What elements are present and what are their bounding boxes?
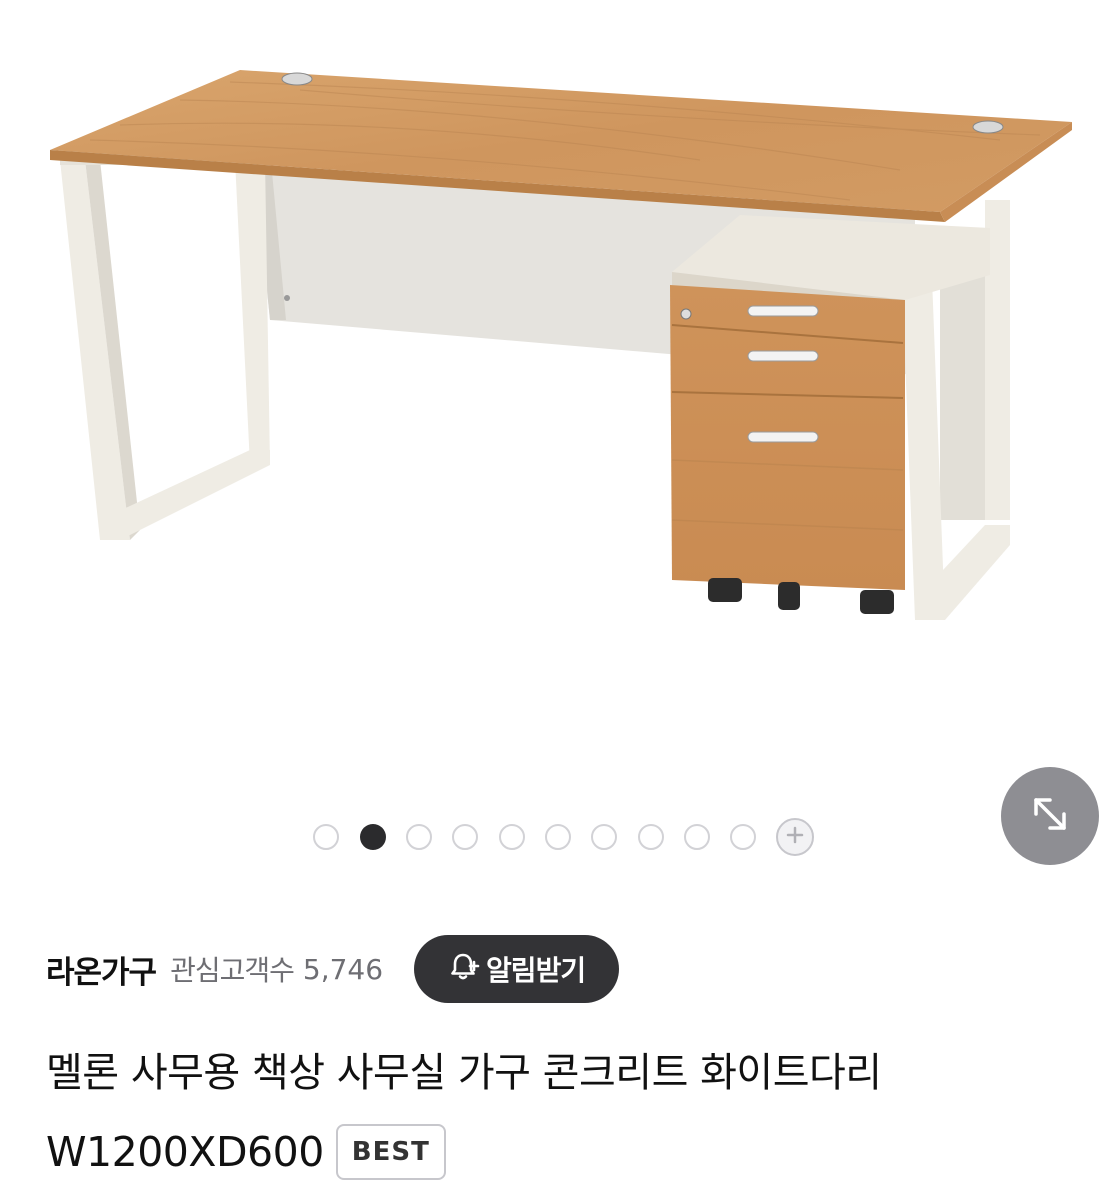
interest-count: 5,746 <box>302 952 384 986</box>
gallery-dot-2[interactable] <box>360 824 386 850</box>
gallery-dot-3[interactable] <box>406 824 432 850</box>
product-model: W1200XD600 <box>46 1128 324 1176</box>
notify-label: 알림받기 <box>486 954 586 987</box>
best-badge: BEST <box>335 1124 446 1180</box>
shop-name[interactable]: 라온가구 <box>46 947 157 992</box>
product-title-line2-row: W1200XD600 BEST <box>46 1122 446 1182</box>
notify-button[interactable]: 알림받기 <box>414 935 620 1003</box>
gallery-dot-8[interactable] <box>638 824 664 850</box>
gallery-pagination <box>0 818 1107 856</box>
gallery-dot-9[interactable] <box>684 824 710 850</box>
gallery-dot-10[interactable] <box>730 824 756 850</box>
gallery-dot-6[interactable] <box>545 824 571 850</box>
product-title-line1: 멜론 사무용 책상 사무실 가구 콘크리트 화이트다리 <box>46 1050 882 1096</box>
gallery-dot-1[interactable] <box>313 824 339 850</box>
plus-circle-icon <box>785 825 805 849</box>
desk-illustration <box>50 70 1072 620</box>
shop-info-row: 라온가구 관심고객수 5,746 알림받기 <box>46 934 1066 1004</box>
interest-label: 관심고객수 <box>170 954 295 987</box>
gallery-dot-5[interactable] <box>499 824 525 850</box>
gallery-more-button[interactable] <box>776 818 814 856</box>
gallery-dot-4[interactable] <box>452 824 478 850</box>
bell-plus-icon <box>448 949 486 990</box>
gallery-dot-7[interactable] <box>591 824 617 850</box>
product-image[interactable] <box>0 0 1107 760</box>
